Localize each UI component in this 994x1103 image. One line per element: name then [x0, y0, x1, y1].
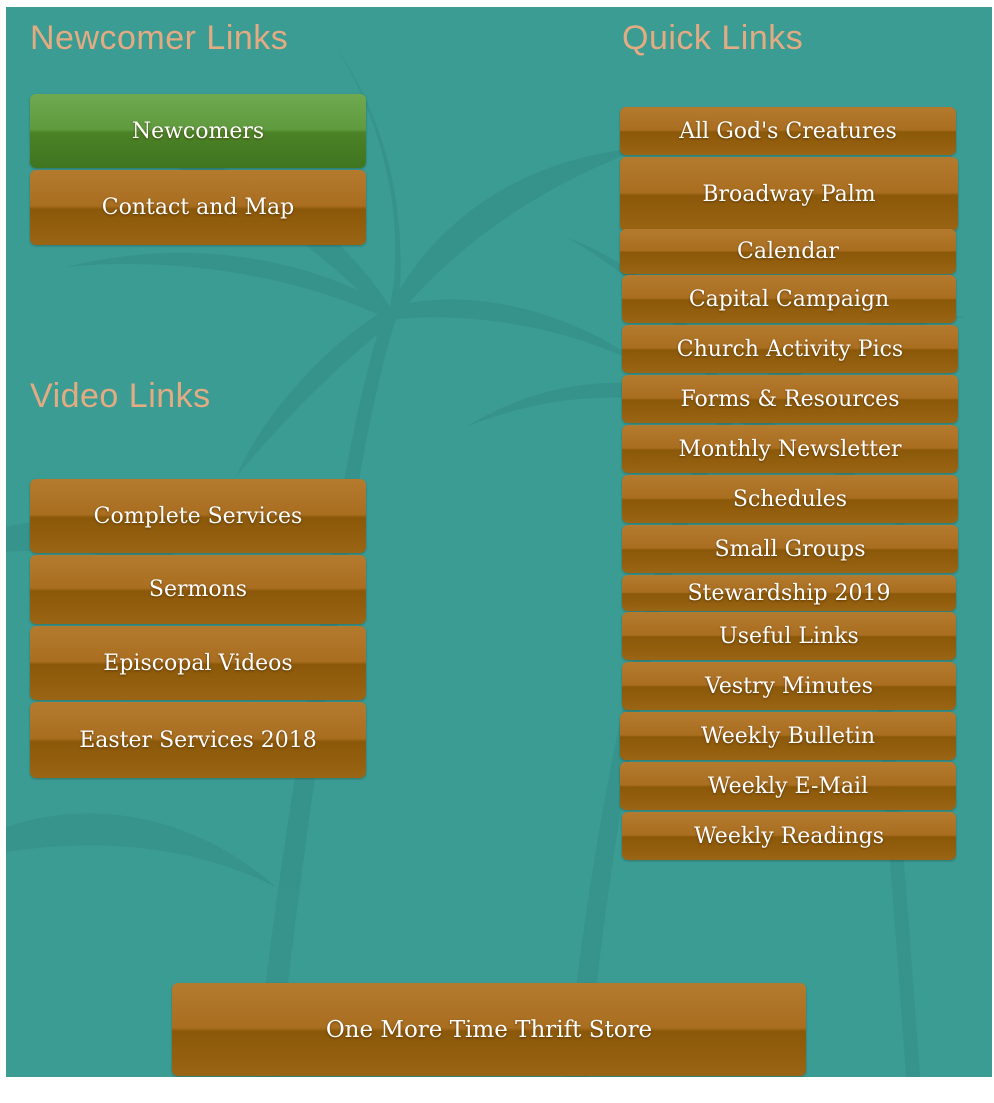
quick-link-church-activity-pics[interactable]: Church Activity Pics — [622, 325, 958, 373]
video-links-heading: Video Links — [30, 377, 211, 415]
quick-link-schedules[interactable]: Schedules — [622, 475, 958, 523]
quick-link-vestry-minutes[interactable]: Vestry Minutes — [622, 662, 956, 710]
quick-link-stewardship-2019[interactable]: Stewardship 2019 — [622, 575, 956, 611]
thrift-store-button[interactable]: One More Time Thrift Store — [172, 983, 806, 1076]
complete-services-button[interactable]: Complete Services — [30, 479, 366, 553]
quick-link-capital-campaign[interactable]: Capital Campaign — [622, 275, 956, 323]
quick-link-weekly-bulletin[interactable]: Weekly Bulletin — [620, 712, 956, 760]
newcomers-button[interactable]: Newcomers — [30, 94, 366, 168]
newcomer-links-heading: Newcomer Links — [30, 19, 289, 57]
quick-link-weekly-e-mail[interactable]: Weekly E-Mail — [620, 762, 956, 810]
quick-link-weekly-readings[interactable]: Weekly Readings — [622, 812, 956, 860]
sermons-button[interactable]: Sermons — [30, 555, 366, 624]
easter-services-2018-button[interactable]: Easter Services 2018 — [30, 702, 366, 778]
quick-link-monthly-newsletter[interactable]: Monthly Newsletter — [622, 425, 958, 473]
quick-link-forms-and-resources[interactable]: Forms & Resources — [622, 375, 958, 423]
quick-link-all-gods-creatures[interactable]: All God's Creatures — [620, 107, 956, 155]
quick-links-heading: Quick Links — [622, 19, 804, 57]
links-panel: Newcomer Links Quick Links Video Links N… — [6, 7, 992, 1077]
episcopal-videos-button[interactable]: Episcopal Videos — [30, 626, 366, 700]
quick-link-small-groups[interactable]: Small Groups — [622, 525, 958, 573]
quick-link-calendar[interactable]: Calendar — [620, 229, 956, 274]
contact-and-map-button[interactable]: Contact and Map — [30, 170, 366, 245]
quick-link-useful-links[interactable]: Useful Links — [622, 612, 956, 660]
quick-link-broadway-palm[interactable]: Broadway Palm — [620, 157, 958, 231]
